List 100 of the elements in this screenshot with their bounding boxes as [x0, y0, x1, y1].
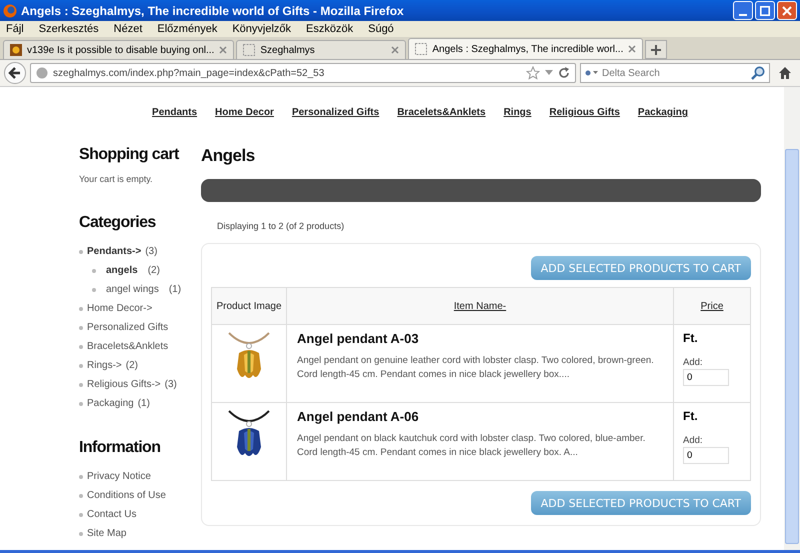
category-link[interactable]: Packaging: [638, 107, 688, 142]
menu-item[interactable]: Előzmények: [157, 23, 218, 35]
category-link[interactable]: Personalized Gifts: [292, 107, 380, 142]
category-link[interactable]: angel wings: [106, 284, 159, 295]
product-count: (3): [145, 246, 158, 257]
product-count: (3): [164, 379, 177, 390]
bullet-dot: [79, 382, 83, 386]
category-link[interactable]: Personalized Gifts: [87, 322, 168, 333]
maximize-button[interactable]: [755, 1, 775, 20]
product-name-link[interactable]: Angel pendant A-03: [297, 331, 663, 346]
address-bar[interactable]: szeghalmys.com/index.php?main_page=index&cPath=52_53: [30, 63, 576, 83]
category-link[interactable]: angels: [106, 265, 138, 276]
tab-label: Angels : Szeghalmys, The incredible worl...: [432, 44, 624, 54]
quantity-field[interactable]: 0: [683, 369, 729, 386]
close-icon: [391, 46, 400, 54]
column-header[interactable]: Price: [674, 288, 750, 324]
sidebox-heading: Shopping cart: [79, 146, 180, 164]
menu-item[interactable]: Eszközök: [306, 23, 354, 35]
category-link[interactable]: Bracelets&Anklets: [397, 107, 486, 142]
listing-count-text: Displaying 1 to 2 (of 2 products): [217, 221, 346, 231]
star-icon: [526, 66, 540, 80]
add-label: Add:: [683, 435, 704, 446]
quantity-field[interactable]: 0: [683, 447, 729, 464]
bullet-dot: [79, 364, 83, 368]
close-icon: [219, 46, 228, 54]
product-description: Angel pendant on genuine leather cord with lobster clasp. Two colored, brown-green. Cord length-45 cm. Pendant comes in nice black jewellery box....: [297, 354, 655, 382]
search-bar[interactable]: Delta Search: [580, 63, 770, 83]
bullet-dot: [79, 306, 83, 310]
bullet-dot: [79, 402, 83, 406]
sidebox-heading: Categories: [79, 214, 157, 232]
product-count: (2): [126, 360, 138, 371]
plus-icon: [651, 44, 662, 54]
category-link[interactable]: Packaging: [87, 398, 134, 409]
search-engine-icon: [585, 69, 599, 77]
product-description: Angel pendant on black kautchuk cord with lobster clasp. Two colored, blue-amber. Cord length-45 cm. Pendant comes in nice black jewellery box. A...: [297, 432, 646, 460]
new-tab-button[interactable]: [645, 40, 668, 59]
blank-page-icon: [415, 43, 428, 55]
price-text: Ft.: [683, 409, 699, 423]
category-link[interactable]: Religious Gifts->: [87, 379, 161, 390]
category-link[interactable]: Home Decor->: [87, 303, 152, 314]
bullet-dot: [79, 532, 83, 536]
bullet-dot: [79, 326, 83, 330]
minimize-button[interactable]: [733, 1, 753, 20]
bullet-dot: [79, 474, 83, 478]
reload-icon: [558, 67, 570, 79]
browser-tab[interactable]: Angels : Szeghalmys, The incredible worl...: [408, 38, 644, 59]
info-link[interactable]: Contact Us: [87, 509, 136, 520]
price-text: Ft.: [683, 331, 699, 345]
product-name-link[interactable]: Angel pendant A-06: [297, 409, 663, 424]
info-link[interactable]: Conditions of Use: [87, 490, 166, 501]
close-icon: [782, 6, 792, 16]
category-link[interactable]: Home Decor: [215, 107, 274, 142]
category-link[interactable]: Pendants: [152, 107, 198, 142]
window-title: Angels : Szeghalmys, The incredible world of Gifts - Mozilla Firefox: [21, 4, 405, 18]
blank-page-icon: [243, 44, 256, 56]
browser-tab[interactable]: v139e Is it possible to disable buying onl...: [3, 40, 234, 59]
category-link[interactable]: Pendants->: [87, 246, 142, 257]
minimize-icon: [739, 14, 747, 16]
browser-tab[interactable]: Szeghalmys: [236, 40, 406, 59]
menu-item[interactable]: Nézet: [114, 23, 142, 35]
close-icon: [628, 45, 636, 53]
info-link[interactable]: Site Map: [87, 528, 126, 539]
back-button[interactable]: [4, 62, 26, 84]
bullet-dot: [92, 268, 96, 272]
category-link[interactable]: Rings->: [87, 360, 122, 371]
bullet-dot: [79, 494, 83, 498]
bullet-dot: [79, 250, 83, 254]
bullet-dot: [79, 344, 83, 348]
product-count: (1): [168, 284, 182, 295]
firefox-icon: [3, 4, 17, 18]
info-link[interactable]: Privacy Notice: [87, 471, 151, 482]
tab-label: v139e Is it possible to disable buying onl...: [27, 44, 214, 56]
maximize-icon: [760, 6, 770, 16]
add-label: Add:: [683, 357, 704, 368]
close-button[interactable]: [777, 1, 797, 20]
menu-item[interactable]: Könyvjelzők: [232, 23, 292, 35]
menu-item[interactable]: Súgó: [368, 23, 394, 35]
sidebox-heading: Information: [79, 439, 162, 457]
column-header[interactable]: Item Name-: [286, 288, 674, 324]
category-link[interactable]: Bracelets&Anklets: [87, 341, 168, 352]
url-text: szeghalmys.com/index.php?main_page=index&cPath=52_53: [53, 68, 326, 78]
site-favicon-icon: [10, 44, 22, 56]
tab-label: Szeghalmys: [260, 44, 316, 56]
category-link[interactable]: Religious Gifts: [549, 107, 620, 142]
product-count: (2): [148, 265, 160, 276]
scrollbar[interactable]: [784, 87, 800, 550]
category-link[interactable]: Rings: [504, 107, 532, 142]
menu-item[interactable]: Szerkesztés: [38, 23, 99, 35]
menu-item[interactable]: Fájl: [6, 23, 24, 35]
back-arrow-icon: [8, 66, 22, 80]
bullet-dot: [92, 288, 96, 292]
dropdown-icon: [545, 70, 553, 76]
home-icon: [778, 66, 792, 80]
cart-status-text: Your cart is empty.: [79, 174, 154, 184]
page-heading: Angels: [201, 146, 256, 166]
scrollbar-thumb[interactable]: [785, 149, 799, 544]
column-header: Product Image: [212, 288, 286, 324]
product-count: (1): [138, 398, 150, 409]
search-icon: [751, 66, 765, 80]
bullet-dot: [79, 512, 83, 516]
